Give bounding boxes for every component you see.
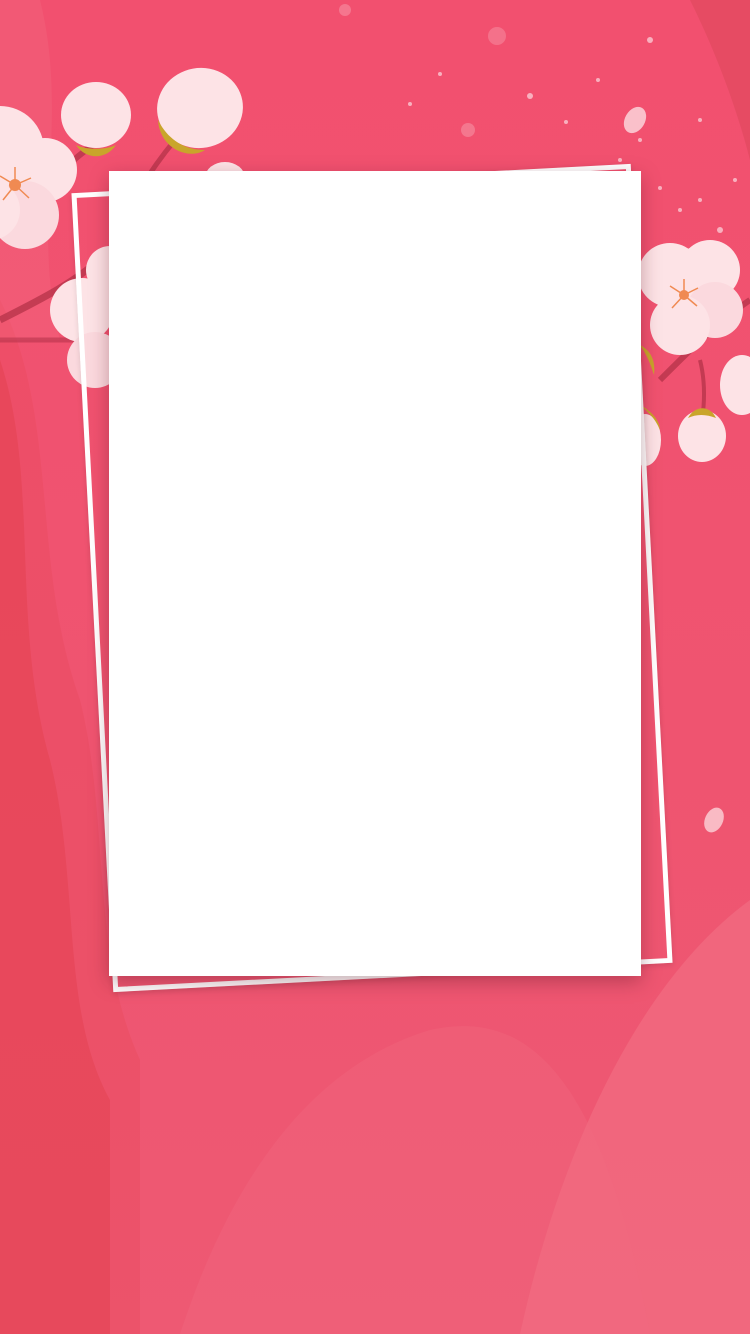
blossom-flower <box>638 240 743 355</box>
blossom-bud <box>678 408 726 462</box>
blank-card <box>109 171 641 976</box>
greeting-card-background <box>0 0 750 1334</box>
right-branch <box>629 240 750 466</box>
blossom-bud <box>720 355 750 415</box>
blossom-bud <box>157 67 243 154</box>
blossom-bud <box>61 82 131 157</box>
